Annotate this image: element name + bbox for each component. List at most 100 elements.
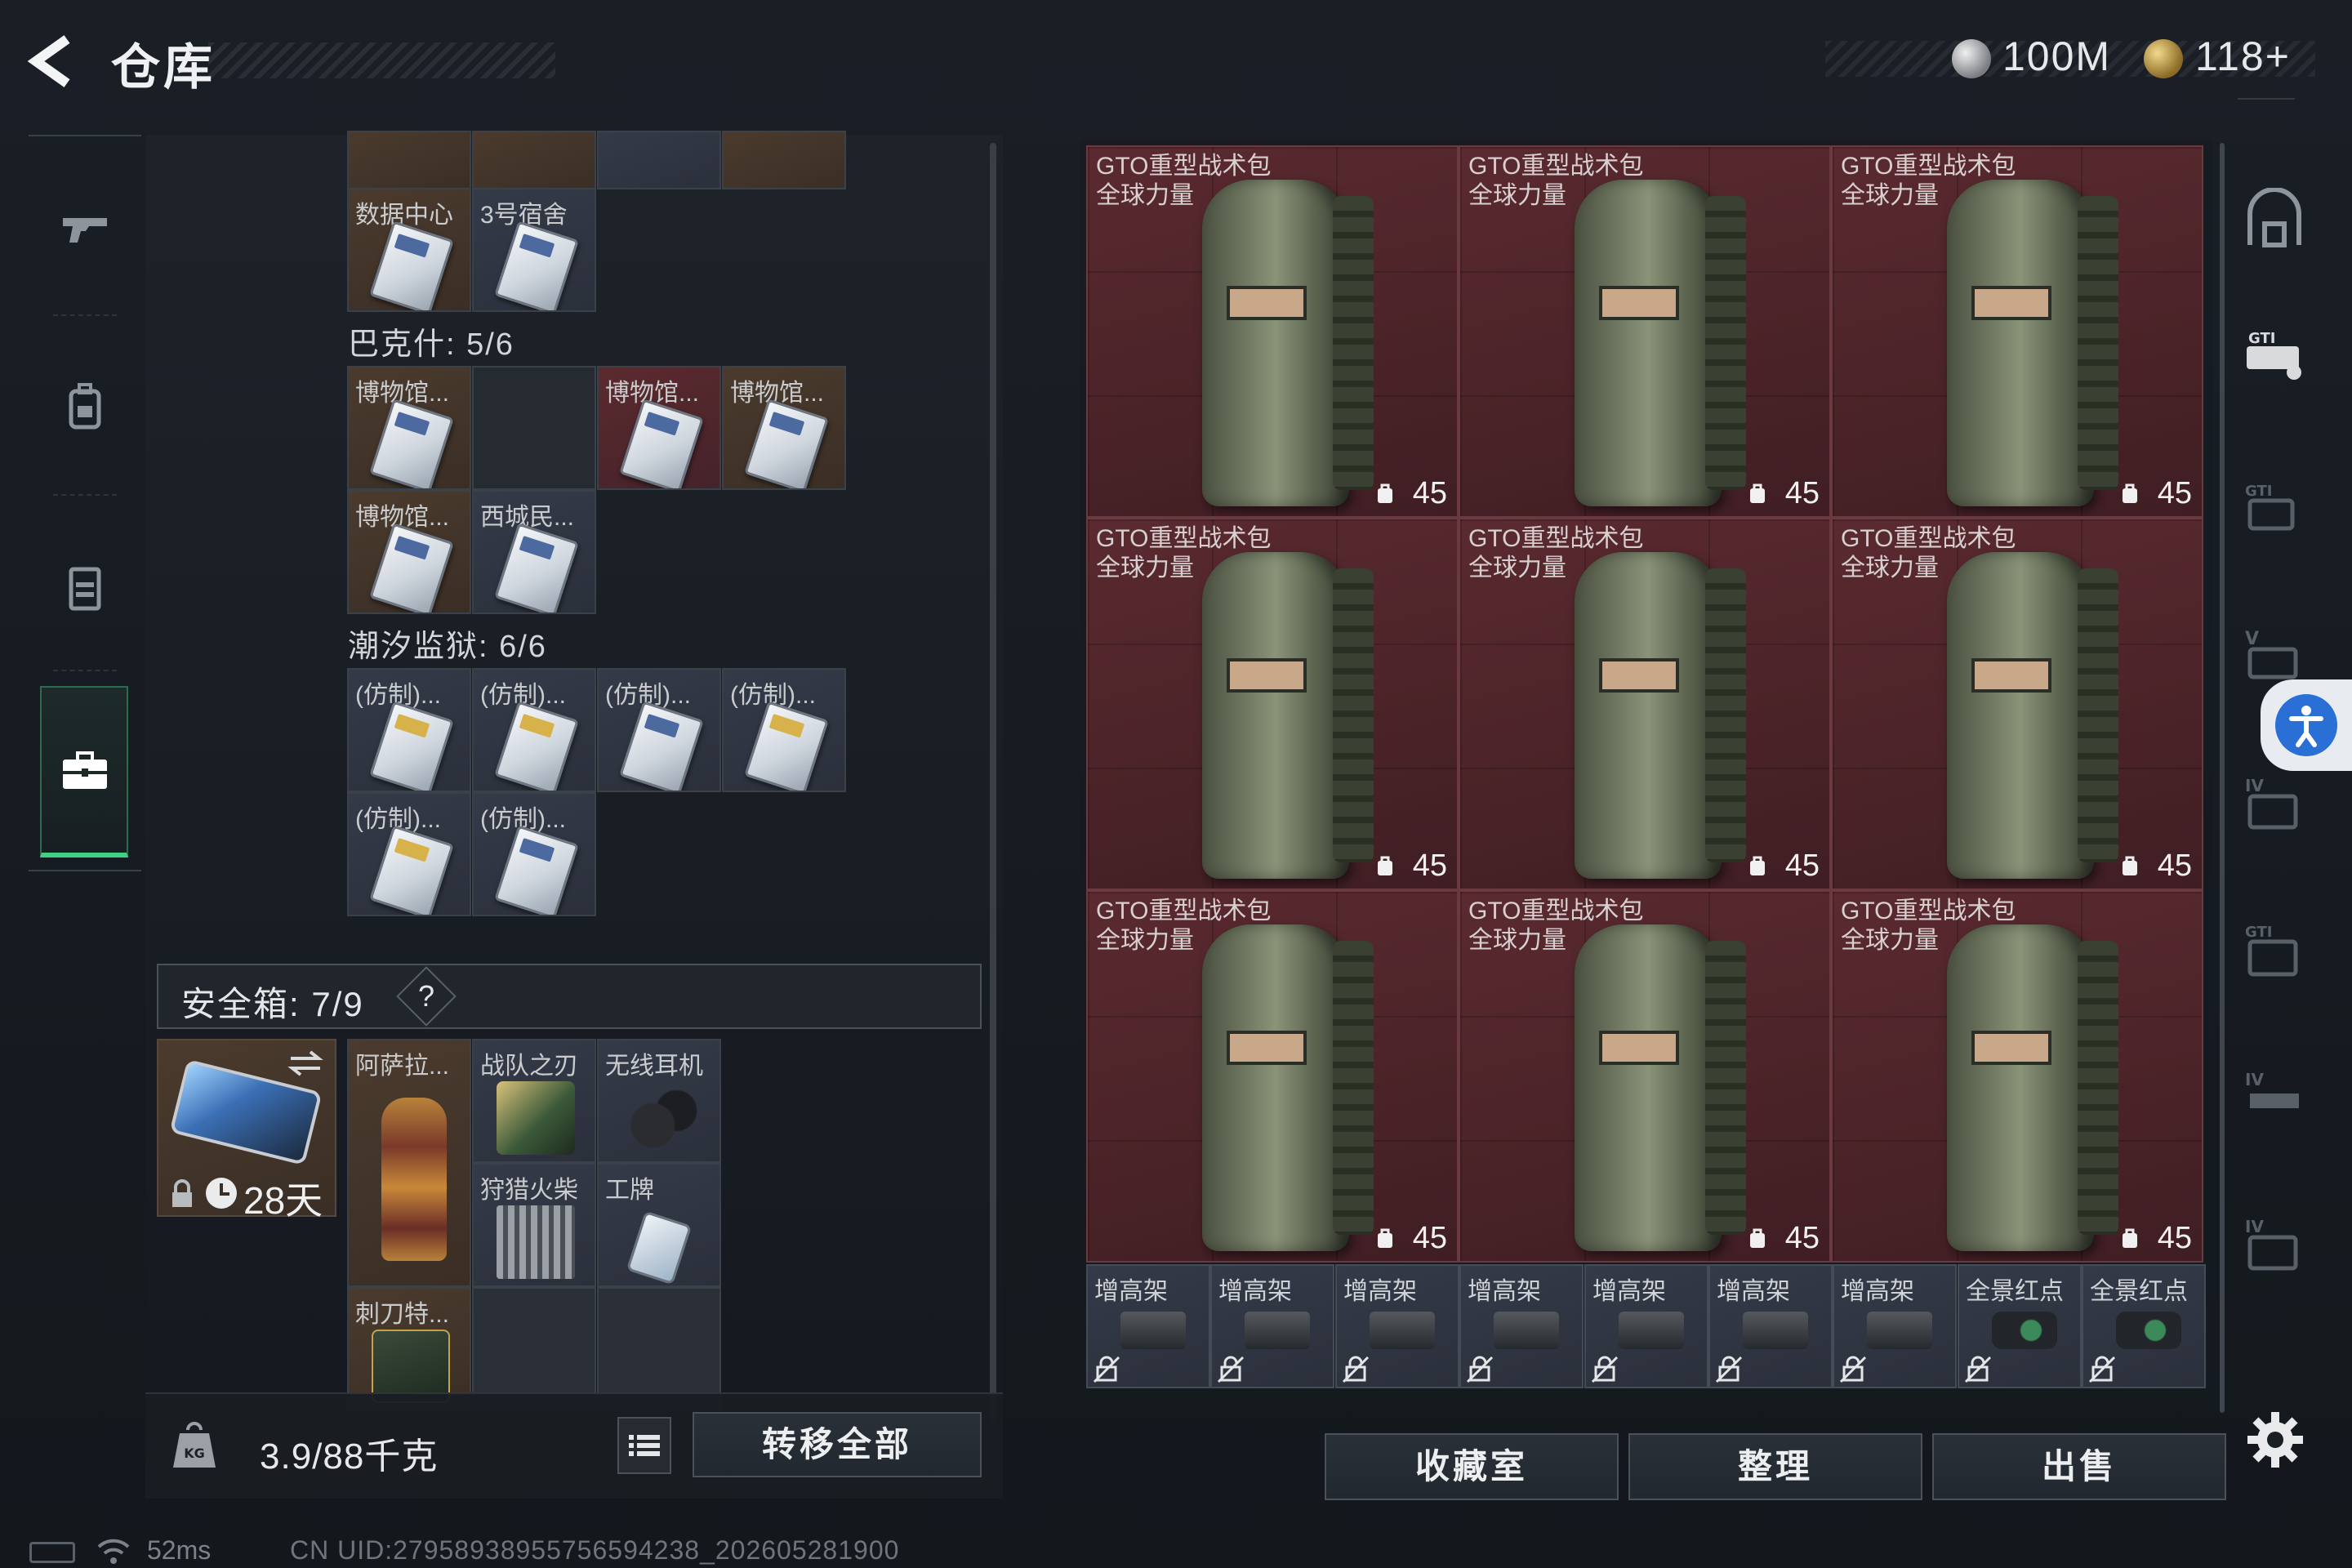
unlocked-icon: [1466, 1356, 1494, 1383]
weight-readout: 3.9/88千克: [260, 1437, 439, 1477]
keycard-slot[interactable]: 西城民...: [472, 490, 596, 614]
keycard-slot[interactable]: (仿制)...: [347, 668, 471, 792]
storage-bag-item[interactable]: GTO重型战术包 全球力量 45: [1086, 145, 1459, 518]
rail-item-iv-weapon[interactable]: IV: [2242, 1066, 2307, 1131]
safe-item-slot[interactable]: 无线耳机: [597, 1039, 721, 1163]
keycard-icon: [744, 399, 829, 488]
list-view-button[interactable]: [617, 1417, 671, 1474]
collection-room-button[interactable]: 收藏室: [1325, 1433, 1619, 1500]
item-capacity: 45: [1412, 476, 1447, 510]
sidebar-divider: [53, 314, 117, 316]
safe-item-slot[interactable]: 战队之刃: [472, 1039, 596, 1163]
item-label: 狩猎火柴: [480, 1177, 578, 1204]
storage-attachment-item[interactable]: 增高架: [1210, 1264, 1334, 1388]
svg-text:GTI: GTI: [2245, 483, 2272, 500]
keycard-slot[interactable]: 博物馆...: [597, 366, 721, 490]
sell-button[interactable]: 出售: [1932, 1433, 2226, 1500]
battery-icon: [29, 1542, 75, 1563]
organize-button[interactable]: 整理: [1628, 1433, 1922, 1500]
keycard-slot[interactable]: 博物馆...: [347, 366, 471, 490]
sidebar-item-safe-active[interactable]: [40, 686, 128, 858]
storage-bag-item[interactable]: GTO重型战术包 全球力量 45: [1086, 890, 1459, 1263]
accessibility-button[interactable]: [2261, 679, 2352, 771]
iv-box-icon: IV: [2245, 1217, 2298, 1271]
sidebar-item-vests[interactable]: [56, 559, 114, 617]
settings-gear-icon[interactable]: [2244, 1409, 2306, 1471]
storage-attachment-item[interactable]: 增高架: [1335, 1264, 1459, 1388]
sidebar-bottom-line: [29, 870, 141, 871]
inventory-scrollbar[interactable]: [990, 143, 996, 1421]
rail-item-gti-case[interactable]: GTI: [2242, 327, 2307, 392]
keycard-slot[interactable]: 数据中心: [347, 188, 471, 312]
capacity-icon: [1750, 1228, 1765, 1248]
unlocked-icon: [1839, 1356, 1867, 1383]
keycard-slot[interactable]: (仿制)...: [347, 792, 471, 916]
keycard-slot-empty[interactable]: [472, 366, 596, 490]
keycard-slot[interactable]: 博物馆...: [347, 490, 471, 614]
safe-help-button[interactable]: ?: [396, 966, 457, 1027]
keycard-slot[interactable]: [347, 131, 471, 189]
gti-box-icon: GTI: [2245, 924, 2298, 977]
rail-item-iv-case[interactable]: IV: [2242, 772, 2307, 837]
gold-currency-amount[interactable]: 118+: [2195, 33, 2291, 80]
item-name: GTO重型战术包 全球力量: [1096, 153, 1272, 209]
lantern-icon: [381, 1098, 447, 1261]
keycard-slot[interactable]: (仿制)...: [472, 792, 596, 916]
swap-icon[interactable]: [286, 1047, 325, 1080]
transfer-all-button[interactable]: 转移全部: [693, 1412, 982, 1477]
item-name: 增高架: [1218, 1278, 1292, 1305]
keycard-slot[interactable]: 3号宿舍: [472, 188, 596, 312]
list-icon: [629, 1435, 660, 1456]
storage-bag-item[interactable]: GTO重型战术包 全球力量 45: [1459, 145, 1831, 518]
storage-bag-item[interactable]: GTO重型战术包 全球力量 45: [1831, 518, 2203, 890]
storage-attachment-item[interactable]: 增高架: [1584, 1264, 1708, 1388]
keycard-slot[interactable]: (仿制)...: [597, 668, 721, 792]
storage-attachment-item[interactable]: 全景红点: [2082, 1264, 2206, 1388]
keycard-slot[interactable]: (仿制)...: [472, 668, 596, 792]
back-button[interactable]: [24, 33, 82, 90]
keycard-slot[interactable]: [472, 131, 596, 189]
item-label: 战队之刃: [480, 1053, 578, 1080]
storage-bag-item[interactable]: GTO重型战术包 全球力量 45: [1459, 890, 1831, 1263]
weight-bar: KG 3.9/88千克 转移全部: [145, 1392, 1003, 1499]
safe-item-slot[interactable]: 阿萨拉...: [347, 1039, 471, 1287]
storage-bag-item[interactable]: GTO重型战术包 全球力量 45: [1831, 145, 2203, 518]
rail-item-gti-vest[interactable]: GTI: [2242, 478, 2307, 543]
lock-icon: [172, 1179, 192, 1207]
storage-bag-item[interactable]: GTO重型战术包 全球力量 45: [1086, 518, 1459, 890]
rail-item-storage[interactable]: [2242, 187, 2307, 253]
rail-item-gti-box[interactable]: GTI: [2242, 919, 2307, 984]
tactical-backpack-icon: [1947, 924, 2118, 1251]
keycard-slot[interactable]: 博物馆...: [722, 366, 846, 490]
safe-item-slot[interactable]: 狩猎火柴: [472, 1163, 596, 1287]
red-dot-sight-icon: [1992, 1312, 2057, 1349]
storage-attachment-item[interactable]: 增高架: [1708, 1264, 1833, 1388]
sidebar-item-backpacks[interactable]: [56, 380, 114, 437]
rail-item-iv-box[interactable]: IV: [2242, 1213, 2307, 1278]
keycard-slot[interactable]: (仿制)...: [722, 668, 846, 792]
keycard-icon: [494, 523, 579, 612]
item-name: GTO重型战术包 全球力量: [1841, 153, 2016, 209]
storage-attachment-item[interactable]: 增高架: [1459, 1264, 1584, 1388]
svg-text:IV: IV: [2245, 776, 2264, 795]
sidebar-item-weapons[interactable]: [56, 200, 114, 257]
item-name: GTO重型战术包 全球力量: [1468, 153, 1644, 209]
accessibility-icon: [2275, 694, 2337, 756]
item-name: 全景红点: [2090, 1278, 2188, 1305]
storage-bag-item[interactable]: GTO重型战术包 全球力量 45: [1831, 890, 2203, 1263]
tactical-backpack-icon: [1947, 180, 2118, 506]
item-label: 阿萨拉...: [355, 1053, 450, 1080]
storage-scrollbar[interactable]: [2220, 143, 2225, 1413]
svg-text:GTI: GTI: [2248, 330, 2275, 347]
storage-bag-item[interactable]: GTO重型战术包 全球力量 45: [1459, 518, 1831, 890]
keycard-slot[interactable]: [597, 131, 721, 189]
unlocked-icon: [1591, 1356, 1619, 1383]
safe-box-container[interactable]: 28天: [157, 1039, 336, 1222]
storage-attachment-item[interactable]: 增高架: [1086, 1264, 1210, 1388]
safe-item-slot[interactable]: 工牌: [597, 1163, 721, 1287]
silver-currency-amount[interactable]: 100M: [2002, 33, 2111, 80]
storage-attachment-item[interactable]: 全景红点: [1958, 1264, 2082, 1388]
item-capacity: 45: [1784, 476, 1820, 510]
storage-attachment-item[interactable]: 增高架: [1833, 1264, 1957, 1388]
keycard-slot[interactable]: [722, 131, 846, 189]
